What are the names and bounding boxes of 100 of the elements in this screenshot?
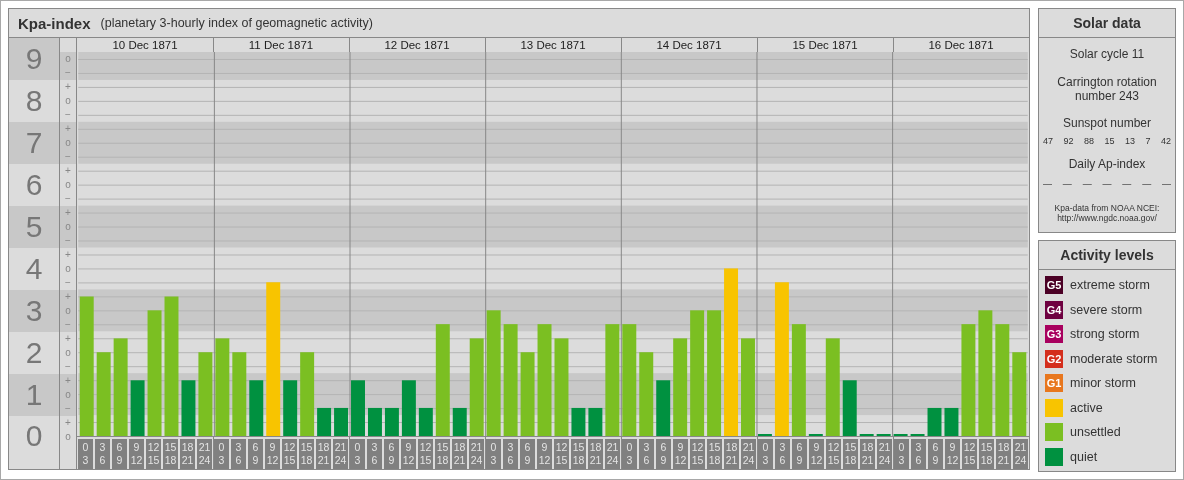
ap-index-label: Daily Ap-index	[1068, 157, 1146, 171]
x-axis-label: 21 24	[1013, 439, 1028, 469]
minor-tick-label: −	[65, 361, 71, 373]
x-axis-label: 9 12	[401, 439, 416, 469]
x-axis-label: 21 24	[333, 439, 348, 469]
x-axis-label: 18 21	[180, 439, 195, 469]
minor-tick-label: +	[65, 291, 71, 303]
y-axis-label: 5	[25, 209, 43, 245]
minor-tick-label: −	[65, 67, 71, 79]
sunspot-number: 88	[1083, 136, 1094, 146]
x-axis-label: 0 3	[350, 439, 365, 469]
minor-tick-label: +	[65, 81, 71, 93]
kp-bar	[181, 380, 196, 436]
minor-tick-label: −	[65, 109, 71, 121]
x-axis-label: 9 12	[129, 439, 144, 469]
x-axis-label: 0 3	[78, 439, 93, 469]
y-axis-label: 4	[25, 251, 43, 287]
chart-subtitle: (planetary 3-hourly index of geomagnetic activity)	[100, 16, 373, 30]
x-axis-label: 3 6	[231, 439, 246, 469]
legend-label: moderate storm	[1070, 351, 1158, 366]
kp-bar	[283, 380, 298, 436]
kp-bar	[588, 407, 603, 436]
sunspot-number: 7	[1145, 136, 1151, 146]
legend-label: strong storm	[1070, 327, 1140, 341]
x-axis-label: 21 24	[741, 439, 756, 469]
kp-bar	[452, 407, 467, 436]
x-axis-label: 15 18	[571, 439, 586, 469]
x-axis-label: 9 12	[537, 439, 552, 469]
minor-tick-label: o	[65, 431, 71, 443]
legend-label: minor storm	[1070, 376, 1136, 390]
minor-tick-label: −	[65, 403, 71, 415]
minor-tick-label: +	[65, 165, 71, 177]
minor-tick-label: +	[65, 417, 71, 429]
ap-index-value: —	[1082, 179, 1092, 189]
kp-bar	[384, 407, 399, 436]
kp-bar	[401, 380, 416, 436]
legend-label: active	[1070, 400, 1103, 415]
solar-cycle-text: Solar cycle 11	[1069, 47, 1145, 61]
level-badge: G4	[1045, 300, 1063, 319]
y-axis-label: 8	[25, 83, 43, 119]
kp-bar	[927, 407, 942, 436]
x-axis-label: 6 9	[520, 439, 535, 469]
minor-tick-label: +	[65, 207, 71, 219]
x-axis-label: 12 15	[554, 439, 569, 469]
x-axis-label: 6 9	[792, 439, 807, 469]
x-axis-label: 3 6	[639, 439, 654, 469]
sunspot-number: 47	[1043, 136, 1053, 146]
x-axis-label: 9 12	[265, 439, 280, 469]
x-axis-label: 9 12	[945, 439, 960, 469]
source-text: Kpa-data from NOAA NCEI:	[1054, 203, 1160, 213]
panel-title: Solar data	[1039, 9, 1175, 38]
date-header: 12 Dec 1871	[349, 38, 485, 52]
minor-tick-label: o	[65, 263, 71, 275]
y-axis-label: 7	[25, 125, 43, 161]
level-badge: G1	[1045, 374, 1063, 392]
ap-index-value: —	[1102, 179, 1112, 189]
kp-bar	[656, 380, 671, 436]
x-axis-label: 3 6	[367, 439, 382, 469]
x-axis-label: 6 9	[656, 439, 671, 469]
minor-tick-label: o	[65, 347, 71, 359]
legend-label: severe storm	[1070, 302, 1143, 317]
y-axis-label: 3	[25, 293, 43, 329]
x-axis-label: 9 12	[809, 439, 824, 469]
x-axis-label: 12 15	[826, 439, 841, 469]
x-axis-label: 15 18	[707, 439, 722, 469]
sunspot-number: 15	[1104, 136, 1115, 146]
x-axis-label: 6 9	[928, 439, 943, 469]
level-badge: G5	[1045, 276, 1063, 294]
minor-tick-label: +	[65, 249, 71, 261]
x-axis-label: 12 15	[418, 439, 433, 469]
source-text: http://www.ngdc.noaa.gov/	[1056, 213, 1158, 223]
minor-tick-label: o	[65, 95, 71, 107]
x-axis-label: 6 9	[384, 439, 399, 469]
chart-title: Kpa-index	[18, 14, 91, 32]
kp-bar	[351, 380, 365, 436]
x-axis-label: 12 15	[282, 439, 297, 469]
kp-bar	[418, 407, 433, 436]
x-axis-label: 18 21	[724, 439, 739, 469]
date-header: 16 Dec 1871	[893, 38, 1029, 52]
date-header: 11 Dec 1871	[213, 38, 349, 52]
x-axis-label: 3 6	[775, 439, 790, 469]
sunspot-number: 42	[1160, 136, 1171, 146]
kp-bar	[842, 380, 857, 436]
x-axis-label: 15 18	[435, 439, 450, 469]
minor-tick-label: +	[65, 375, 71, 387]
x-axis-label: 15 18	[299, 439, 314, 469]
y-axis-label: 9	[25, 41, 43, 77]
y-axis-label: 0	[25, 418, 43, 454]
date-header: 15 Dec 1871	[757, 38, 893, 52]
y-axis-label: 1	[25, 377, 43, 413]
legend-label: unsettled	[1070, 425, 1121, 439]
x-axis-label: 18 21	[316, 439, 331, 469]
x-axis-label: 9 12	[673, 439, 688, 469]
x-axis-label: 6 9	[248, 439, 263, 469]
x-axis-label: 18 21	[588, 439, 603, 469]
date-header: 10 Dec 1871	[111, 38, 179, 52]
x-axis-label: 21 24	[469, 439, 484, 469]
kp-bar	[249, 380, 264, 436]
x-axis-label: 6 9	[112, 439, 127, 469]
x-axis-label: 15 18	[163, 439, 178, 469]
